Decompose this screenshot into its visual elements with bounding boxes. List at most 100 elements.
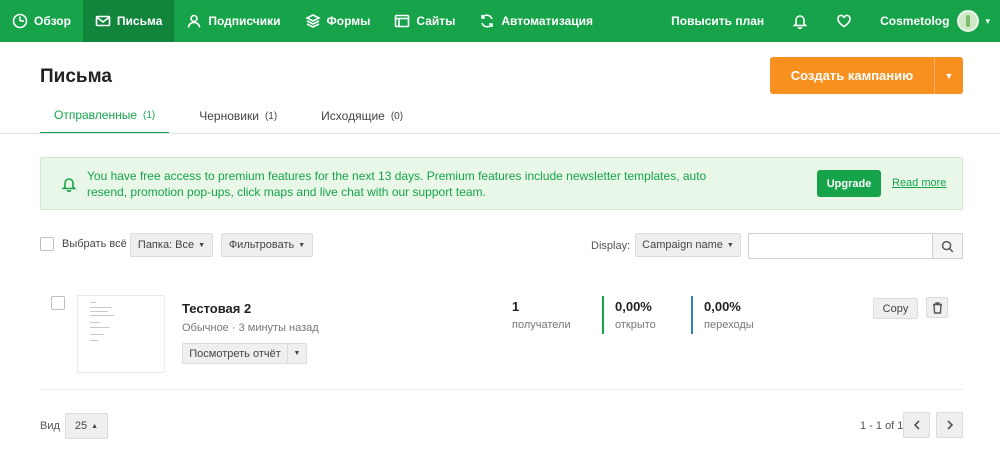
delete-button[interactable] [926,297,948,318]
row-checkbox[interactable] [51,296,65,310]
top-navigation: Обзор Письма Подписчики Формы Сайты Авто… [0,0,1000,42]
create-campaign-label[interactable]: Создать кампанию [770,57,935,94]
filter-dropdown[interactable]: Фильтровать ▼ [221,233,313,257]
thumbnail-line [90,311,108,312]
recipients-stat: 1 получатели [512,299,571,331]
notifications-button[interactable] [778,0,822,42]
favorites-button[interactable] [822,0,866,42]
caret-down-icon: ▼ [298,241,306,249]
tab-bar: Отправленные (1) Черновики (1) Исходящие… [40,98,433,134]
upgrade-plan-link[interactable]: Повысить план [657,14,778,28]
view-report-button[interactable]: Посмотреть отчёт ▼ [182,343,307,364]
browser-icon [395,14,410,28]
chevron-right-icon [946,420,953,430]
chevron-down-icon: ▾ [985,15,990,26]
user-icon [188,14,201,28]
caret-down-icon[interactable]: ▼ [288,344,306,363]
nav-item-label: Сайты [416,14,456,28]
tab-label: Исходящие [321,109,385,123]
select-all-label: Выбрать всё [62,238,127,250]
bell-icon [61,177,77,192]
mail-icon [95,15,111,27]
nav-item-label: Обзор [34,14,71,28]
view-label: Вид [40,420,60,432]
page-title: Письма [40,66,112,87]
thumbnail-line [90,322,100,323]
account-name: Cosmetolog [880,14,950,28]
tab-label: Отправленные [54,108,138,122]
thumbnail-line [90,334,104,335]
copy-button[interactable]: Copy [873,298,918,319]
display-label: Display: [591,240,631,252]
nav-item-automation[interactable]: Автоматизация [467,0,605,42]
folder-dropdown[interactable]: Папка: Все ▼ [130,233,213,257]
divider [0,133,1000,134]
nav-item-subscribers[interactable]: Подписчики [174,0,292,42]
thumbnail-line [90,327,110,328]
tab-label: Черновики [199,109,259,123]
nav-item-overview[interactable]: Обзор [0,0,83,42]
thumbnail-line [90,340,98,341]
pagination-info: 1 - 1 of 1 [860,420,904,432]
thumbnail-line [90,302,96,303]
nav-item-emails[interactable]: Письма [82,0,175,42]
search-box [748,233,963,259]
notice-message: You have free access to premium features… [87,168,707,199]
filter-label: Фильтровать [228,239,295,251]
account-menu[interactable]: Cosmetolog ▾ [866,10,1000,32]
tab-count: (1) [264,110,278,122]
opened-value: 0,00% [615,299,652,314]
caret-down-icon: ▼ [726,241,734,249]
nav-item-forms[interactable]: Формы [293,0,383,42]
bell-icon [792,15,808,29]
previous-page-button[interactable] [903,412,930,438]
nav-item-label: Подписчики [208,14,281,28]
per-page-value: 25 [74,420,88,432]
next-page-button[interactable] [936,412,963,438]
tab-count: (0) [390,110,404,122]
dashboard-icon [12,13,28,29]
per-page-dropdown[interactable]: 25 ▲ [65,413,108,439]
trash-icon [932,301,942,314]
campaign-thumbnail[interactable] [77,295,165,373]
premium-notice: You have free access to premium features… [40,157,963,210]
thumbnail-line [90,315,114,316]
divider [40,389,963,390]
tab-drafts[interactable]: Черновики (1) [185,98,291,134]
select-all[interactable]: Выбрать всё [40,237,127,251]
select-all-checkbox[interactable] [40,237,54,251]
upgrade-button[interactable]: Upgrade [817,170,881,197]
search-button[interactable] [932,234,962,258]
campaign-meta: Обычное · 3 минуты назад [182,322,319,334]
layers-icon [304,14,321,28]
thumbnail-line [90,307,112,308]
clicks-value: 0,00% [704,299,741,314]
opened-label: открыто [615,319,656,331]
view-report-label[interactable]: Посмотреть отчёт [183,344,288,363]
nav-item-sites[interactable]: Сайты [382,0,467,42]
nav-item-label: Формы [326,14,371,28]
campaign-name[interactable]: Тестовая 2 [182,301,251,316]
search-icon [941,240,954,252]
caret-down-icon: ▼ [198,241,206,249]
create-campaign-button[interactable]: Создать кампанию ▼ [770,57,963,94]
chevron-down-icon[interactable]: ▼ [935,57,963,94]
caret-up-icon: ▲ [91,422,99,430]
search-input[interactable] [749,234,932,258]
clicks-indicator-bar [691,296,693,334]
nav-item-label: Письма [116,14,163,28]
tab-sent[interactable]: Отправленные (1) [40,98,170,134]
tab-outbox[interactable]: Исходящие (0) [307,98,417,134]
refresh-icon [481,14,494,28]
display-dropdown[interactable]: Campaign name ▼ [635,233,741,257]
folder-label: Папка: Все [137,239,195,251]
read-more-link[interactable]: Read more [892,177,946,189]
tab-count: (1) [143,109,156,121]
recipients-value: 1 [512,299,520,314]
chevron-left-icon [913,420,920,430]
opened-stat: 0,00% открыто [615,299,656,331]
avatar [957,10,980,32]
display-value: Campaign name [642,239,723,251]
clicks-stat: 0,00% переходы [704,299,754,331]
opened-indicator-bar [602,296,604,334]
